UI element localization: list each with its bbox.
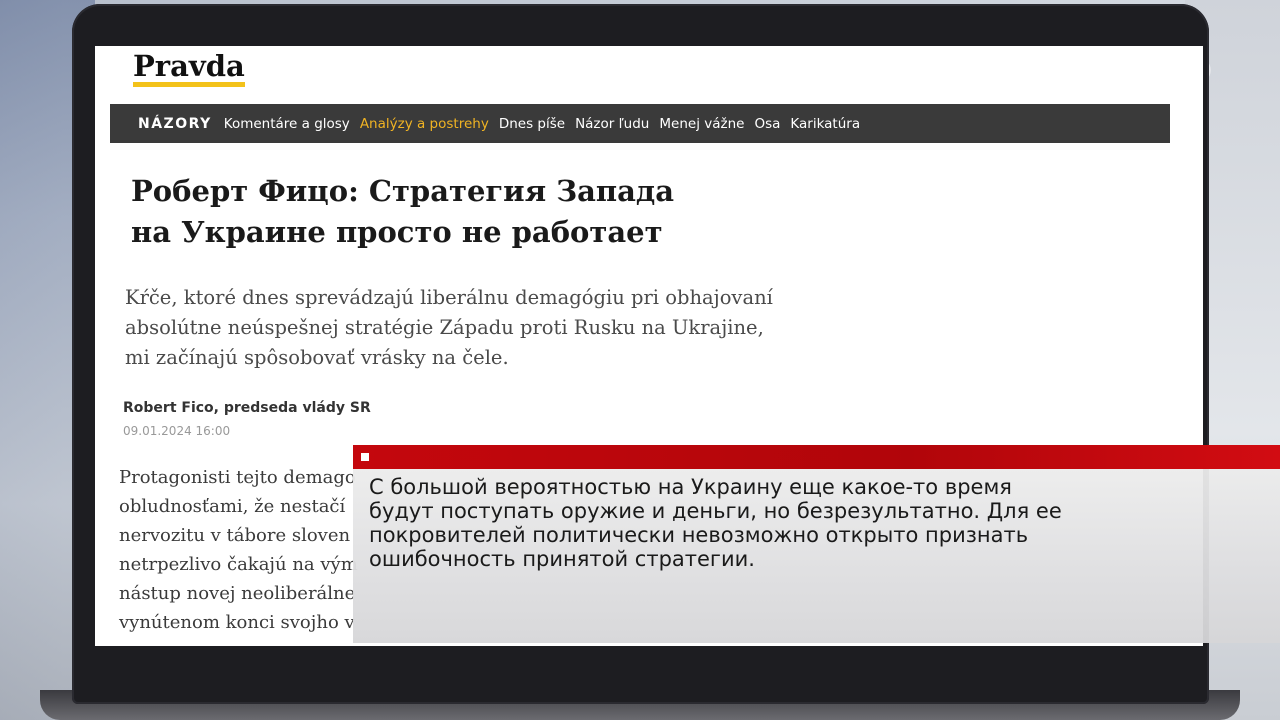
- article-lead-line: mi začínajú spôsobovať vrásky na čele.: [125, 346, 509, 369]
- caption-box: С большой вероятностью на Украину еще ка…: [353, 469, 1280, 643]
- caption-line: покровителей политически невозможно откр…: [369, 523, 1029, 547]
- nav-item-osa[interactable]: Osa: [754, 116, 780, 132]
- nav-item-menej-vazne[interactable]: Menej vážne: [659, 116, 744, 132]
- nav-item-komentare[interactable]: Komentáre a glosy: [224, 116, 350, 132]
- caption-square-marker: [361, 453, 369, 461]
- tv-caption: С большой вероятностью на Украину еще ка…: [353, 445, 1280, 643]
- article-title-line: Роберт Фицо: Стратегия Запада: [131, 174, 675, 208]
- article-lead-line: absolútne neúspešnej stratégie Západu pr…: [125, 316, 764, 339]
- nav-item-nazor-ludu[interactable]: Názor ľudu: [575, 116, 649, 132]
- nav-item-analyzy[interactable]: Analýzy a postrehy: [360, 116, 489, 132]
- article-title-line: на Украине просто не работает: [131, 215, 663, 249]
- caption-line: будут поступать оружие и деньги, но безр…: [369, 499, 1062, 523]
- nav-item-dnes-pise[interactable]: Dnes píše: [499, 116, 565, 132]
- caption-line: ошибочность принятой стратегии.: [369, 547, 755, 571]
- site-logo[interactable]: Pravda: [133, 50, 245, 87]
- article-author[interactable]: Robert Fico, predseda vlády SR: [123, 400, 371, 416]
- article-date: 09.01.2024 16:00: [123, 424, 231, 438]
- nav-section-title[interactable]: NÁZORY: [138, 116, 212, 132]
- article-title: Роберт Фицо: Стратегия Запада на Украине…: [131, 171, 751, 253]
- nav-item-karikatura[interactable]: Karikatúra: [790, 116, 860, 132]
- caption-red-bar: [353, 445, 1280, 469]
- article-lead-line: Kŕče, ktoré dnes sprevádzajú liberálnu d…: [125, 286, 773, 309]
- section-nav: NÁZORY Komentáre a glosy Analýzy a postr…: [110, 104, 1170, 143]
- caption-line: С большой вероятностью на Украину еще ка…: [369, 475, 1012, 499]
- caption-text: С большой вероятностью на Украину еще ка…: [369, 475, 1109, 571]
- site-header: Pravda: [110, 46, 1170, 104]
- article-lead: Kŕče, ktoré dnes sprevádzajú liberálnu d…: [125, 283, 805, 373]
